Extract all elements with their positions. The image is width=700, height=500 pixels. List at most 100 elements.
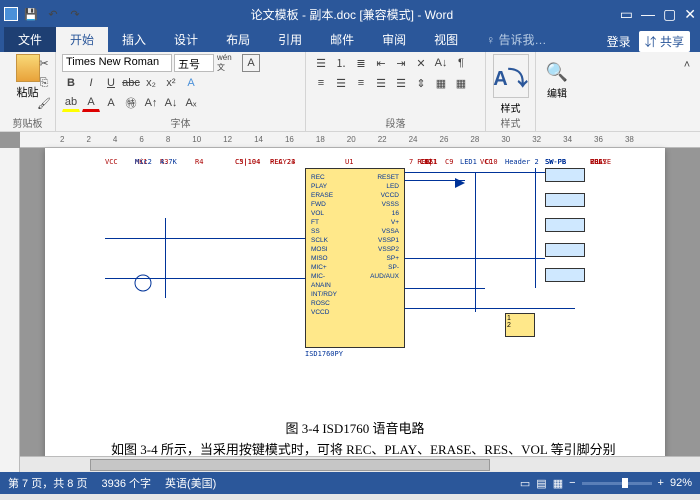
align-justify-icon[interactable]: ☰ <box>372 74 390 92</box>
phonetic-icon[interactable]: wén 文 <box>216 54 240 72</box>
maximize-icon[interactable]: ▢ <box>663 6 676 23</box>
format-painter-icon[interactable]: 🖌 <box>35 94 53 112</box>
label-u1: U1 <box>345 158 353 166</box>
chip-name: ISD1760PY <box>305 350 343 358</box>
btn-res <box>545 243 585 257</box>
copy-icon[interactable]: ⎘ <box>35 74 53 92</box>
header-connector: 1 2 <box>505 313 535 337</box>
tab-file[interactable]: 文件 <box>4 27 56 52</box>
ribbon-tabs: 文件 开始 插入 设计 布局 引用 邮件 审阅 视图 ♀ 告诉我… 登录 ⇵ 共… <box>0 28 700 52</box>
show-marks-icon[interactable]: ¶ <box>452 54 470 72</box>
text-effects-icon[interactable]: A <box>182 74 200 92</box>
scroll-thumb[interactable] <box>90 459 490 471</box>
clear-format-icon[interactable]: Aₓ <box>182 94 200 112</box>
subscript-button[interactable]: x₂ <box>142 74 160 92</box>
tab-view[interactable]: 视图 <box>420 27 472 52</box>
line-spacing-icon[interactable]: ⇕ <box>412 74 430 92</box>
borders-icon[interactable]: ▦ <box>452 74 470 92</box>
find-icon[interactable]: 🔍 <box>546 62 568 83</box>
indent-inc-icon[interactable]: ⇥ <box>392 54 410 72</box>
zoom-out-icon[interactable]: − <box>569 477 575 489</box>
app-icon <box>4 7 18 21</box>
btn-erase <box>545 218 585 232</box>
minimize-icon[interactable]: — <box>641 6 655 23</box>
save-icon[interactable]: 💾 <box>22 5 40 23</box>
ribbon-options-icon[interactable]: ▭ <box>620 6 633 23</box>
document-area: 22468101214161820222426283032343638 RECP… <box>0 132 700 472</box>
tell-me[interactable]: ♀ 告诉我… <box>472 27 560 52</box>
ribbon: 粘贴 ✂ ⎘ 🖌 剪贴板 Times New Roman 五号 wén 文 A … <box>0 52 700 132</box>
cut-icon[interactable]: ✂ <box>35 54 53 72</box>
figure-caption: 图 3-4 ISD1760 语音电路 <box>45 418 665 437</box>
font-size-select[interactable]: 五号 <box>174 54 214 72</box>
window-title: 论文模板 - 副本.doc [兼容模式] - Word <box>84 6 620 23</box>
font-family-select[interactable]: Times New Roman <box>62 54 172 72</box>
zoom-slider[interactable] <box>582 482 652 485</box>
tab-review[interactable]: 审阅 <box>368 27 420 52</box>
styles-button[interactable]: A⤵ <box>493 54 529 98</box>
font-color-icon[interactable]: A <box>82 94 100 112</box>
tab-mailings[interactable]: 邮件 <box>316 27 368 52</box>
web-layout-icon[interactable]: ▦ <box>553 477 563 490</box>
increase-font-icon[interactable]: A↑ <box>142 94 160 112</box>
close-icon[interactable]: ✕ <box>684 6 696 23</box>
bullets-icon[interactable]: ☰ <box>312 54 330 72</box>
horizontal-scrollbar[interactable] <box>20 456 700 472</box>
tab-references[interactable]: 引用 <box>264 27 316 52</box>
group-label-styles: 样式 <box>486 115 535 130</box>
chip-isd1760: RECPLAYERASEFWDVOLFTSSSCLKMOSIMISOMIC+MI… <box>305 168 405 348</box>
btn-rec <box>545 168 585 182</box>
login-link[interactable]: 登录 <box>607 33 631 50</box>
editing-label: 编辑 <box>547 85 567 100</box>
shading-icon[interactable]: ▦ <box>432 74 450 92</box>
indent-dec-icon[interactable]: ⇤ <box>372 54 390 72</box>
language-indicator[interactable]: 英语(美国) <box>165 475 216 491</box>
page-indicator[interactable]: 第 7 页，共 8 页 <box>8 475 87 491</box>
horizontal-ruler[interactable]: 22468101214161820222426283032343638 <box>20 132 700 148</box>
status-bar: 第 7 页，共 8 页 3936 个字 英语(美国) ▭ ▤ ▦ − + 92% <box>0 472 700 494</box>
underline-button[interactable]: U <box>102 74 120 92</box>
group-label-para: 段落 <box>306 115 485 130</box>
undo-icon[interactable]: ↶ <box>44 5 62 23</box>
bold-button[interactable]: B <box>62 74 80 92</box>
enclose-icon[interactable]: ㊕ <box>122 94 140 112</box>
share-button[interactable]: ⇵ 共享 <box>639 31 690 52</box>
char-border-icon[interactable]: A <box>242 54 260 72</box>
styles-label: 样式 <box>501 100 521 115</box>
word-count[interactable]: 3936 个字 <box>101 475 151 491</box>
vertical-ruler[interactable] <box>0 148 20 472</box>
multilevel-icon[interactable]: ≣ <box>352 54 370 72</box>
zoom-level[interactable]: 92% <box>670 477 692 489</box>
superscript-button[interactable]: x² <box>162 74 180 92</box>
align-right-icon[interactable]: ≡ <box>352 74 370 92</box>
lbl-vcc: VCC <box>105 158 118 166</box>
numbering-icon[interactable]: ⒈ <box>332 54 350 72</box>
sort-icon[interactable]: A↓ <box>432 54 450 72</box>
zoom-in-icon[interactable]: + <box>658 477 664 489</box>
circuit-schematic: RECPLAYERASEFWDVOLFTSSSCLKMOSIMISOMIC+MI… <box>105 158 605 408</box>
document-page[interactable]: RECPLAYERASEFWDVOLFTSSSCLKMOSIMISOMIC+MI… <box>45 148 665 472</box>
group-label-font: 字体 <box>56 115 305 130</box>
btn-play <box>545 193 585 207</box>
italic-button[interactable]: I <box>82 74 100 92</box>
read-mode-icon[interactable]: ▭ <box>520 477 530 490</box>
group-label-clipboard: 剪贴板 <box>0 115 55 130</box>
collapse-ribbon-icon[interactable]: ˄ <box>678 56 696 74</box>
char-shading-icon[interactable]: A <box>102 94 120 112</box>
tab-insert[interactable]: 插入 <box>108 27 160 52</box>
title-bar: 💾 ↶ ↷ 论文模板 - 副本.doc [兼容模式] - Word ▭ — ▢ … <box>0 0 700 28</box>
btn-vol <box>545 268 585 282</box>
tab-design[interactable]: 设计 <box>160 27 212 52</box>
redo-icon[interactable]: ↷ <box>66 5 84 23</box>
decrease-font-icon[interactable]: A↓ <box>162 94 180 112</box>
tab-layout[interactable]: 布局 <box>212 27 264 52</box>
lbl-vol: VOL <box>590 158 603 166</box>
highlight-icon[interactable]: ab <box>62 94 80 112</box>
align-distribute-icon[interactable]: ☰ <box>392 74 410 92</box>
align-center-icon[interactable]: ☰ <box>332 74 350 92</box>
asian-layout-icon[interactable]: ✕ <box>412 54 430 72</box>
print-layout-icon[interactable]: ▤ <box>536 477 546 490</box>
align-left-icon[interactable]: ≡ <box>312 74 330 92</box>
tab-home[interactable]: 开始 <box>56 27 108 52</box>
strike-button[interactable]: abc <box>122 74 140 92</box>
